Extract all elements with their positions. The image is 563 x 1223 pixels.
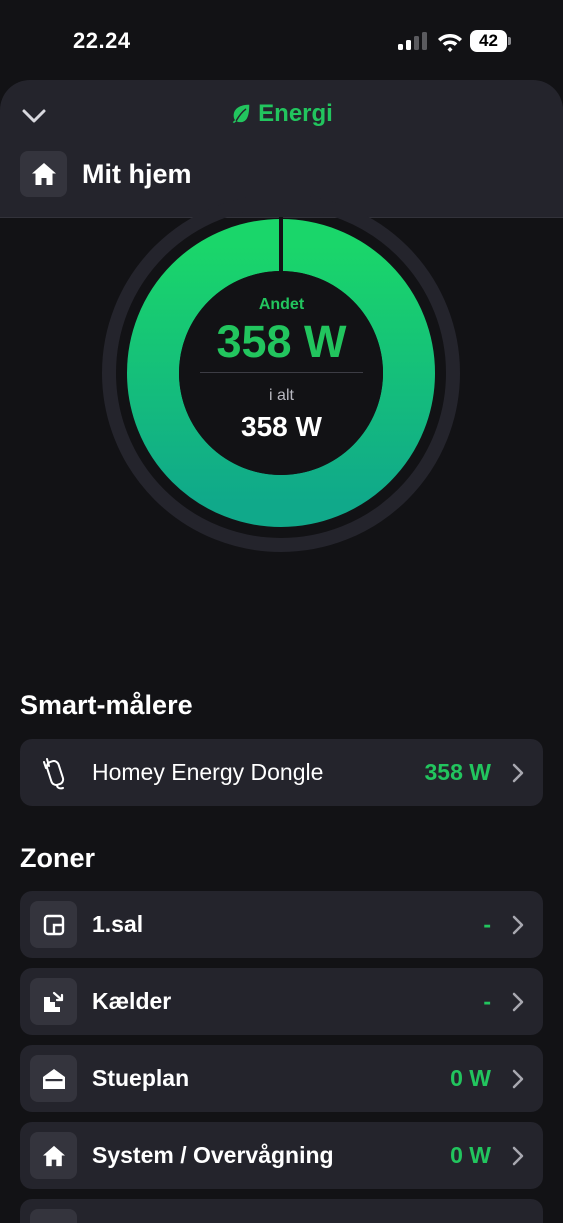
chevron-right-icon bbox=[512, 992, 524, 1012]
leaf-icon bbox=[232, 104, 250, 124]
energy-title: Energi bbox=[0, 100, 563, 128]
battery-level: 42 bbox=[470, 30, 507, 52]
floor-plan-icon bbox=[30, 901, 77, 948]
zone-value: - bbox=[483, 911, 491, 937]
donut-divider bbox=[200, 372, 363, 373]
zone-label: Kælder bbox=[92, 988, 172, 1014]
zone-label: System / Overvågning bbox=[92, 1142, 334, 1168]
smart-meter-value: 358 W bbox=[424, 759, 491, 785]
zone-value: 0 W bbox=[450, 1142, 491, 1168]
zone-value: - bbox=[483, 988, 491, 1014]
house-ground-icon bbox=[30, 1055, 77, 1102]
donut-other-label: Andet bbox=[258, 296, 305, 313]
home-icon bbox=[30, 1132, 77, 1179]
zone-row-partial[interactable] bbox=[20, 1199, 543, 1223]
status-time: 22.24 bbox=[73, 28, 131, 53]
donut-total-label: i alt bbox=[269, 387, 294, 404]
zone-label: Stueplan bbox=[92, 1065, 190, 1091]
chevron-right-icon bbox=[512, 763, 524, 783]
smart-meter-row[interactable]: Homey Energy Dongle 358 W bbox=[20, 739, 543, 806]
chevron-right-icon bbox=[512, 915, 524, 935]
zone-row-1sal[interactable]: 1.sal - bbox=[20, 891, 543, 958]
zone-row-stueplan[interactable]: Stueplan 0 W bbox=[20, 1045, 543, 1112]
donut-other-value: 358 W bbox=[216, 316, 347, 367]
home-icon bbox=[31, 163, 56, 185]
battery-tip bbox=[508, 37, 511, 45]
zone-label: 1.sal bbox=[92, 911, 144, 937]
zone-value: 0 W bbox=[450, 1065, 491, 1091]
status-bar: 22.24 42 bbox=[0, 0, 563, 80]
chevron-right-icon bbox=[512, 1146, 524, 1166]
zones-title: Zoner bbox=[20, 843, 96, 873]
energy-title-text: Energi bbox=[258, 100, 333, 127]
donut-segment-gap bbox=[279, 217, 283, 273]
energy-dongle-icon bbox=[38, 753, 70, 793]
stairs-down-icon bbox=[30, 978, 77, 1025]
zone-row-system[interactable]: System / Overvågning 0 W bbox=[20, 1122, 543, 1189]
cellular-signal-icon bbox=[398, 32, 427, 50]
donut-total-value: 358 W bbox=[241, 411, 322, 442]
home-icon-box[interactable] bbox=[20, 151, 67, 197]
chevron-right-icon bbox=[512, 1069, 524, 1089]
home-title[interactable]: Mit hjem bbox=[82, 159, 192, 190]
zone-icon bbox=[30, 1209, 77, 1223]
battery-indicator: 42 bbox=[470, 30, 512, 52]
energy-donut-chart bbox=[102, 194, 460, 552]
smart-meters-title: Smart-målere bbox=[20, 690, 193, 720]
smart-meter-label: Homey Energy Dongle bbox=[92, 759, 324, 785]
wifi-icon bbox=[438, 34, 462, 52]
zone-row-kaelder[interactable]: Kælder - bbox=[20, 968, 543, 1035]
